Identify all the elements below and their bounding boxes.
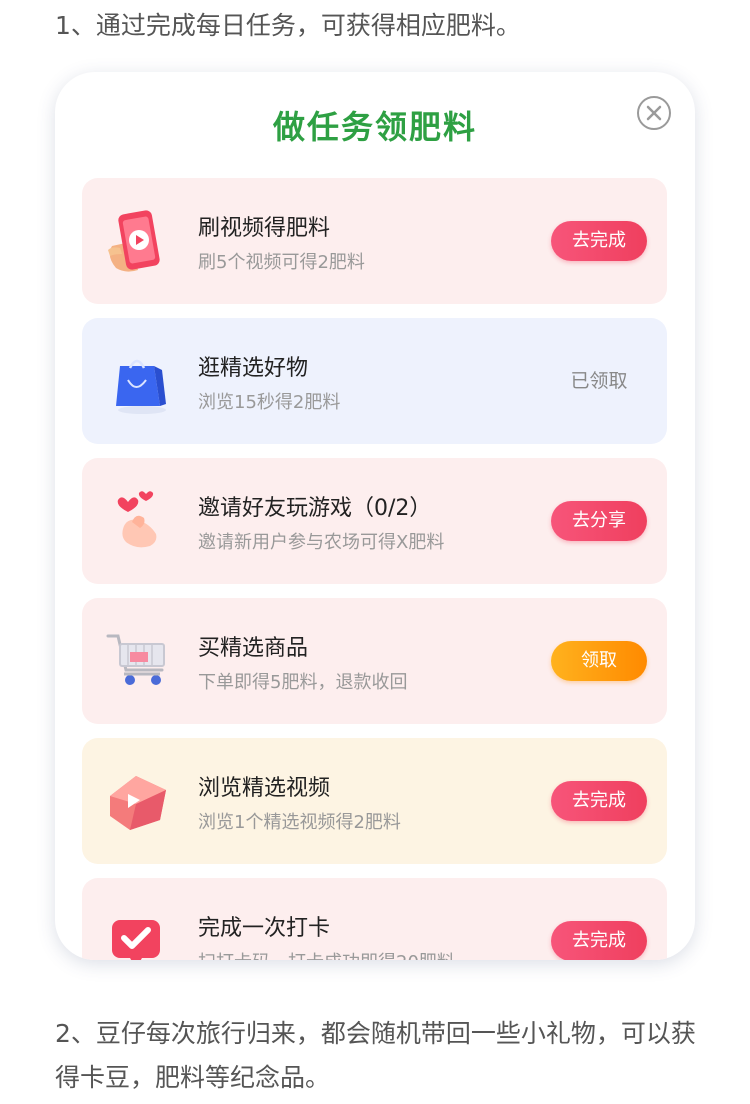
task-desc: 下单即得5肥料，退款收回 — [198, 672, 408, 693]
video-cube-icon — [110, 776, 166, 830]
task-desc: 浏览15秒得2肥料 — [198, 392, 341, 413]
task-title: 完成一次打卡 — [198, 916, 331, 941]
go-complete-button[interactable]: 去完成 — [551, 921, 647, 960]
close-button[interactable] — [637, 96, 671, 130]
task-item-buy-goods: 买精选商品 下单即得5肥料，退款收回 领取 — [82, 598, 667, 724]
shopping-bag-icon — [116, 359, 166, 414]
modal-title: 做任务领肥料 — [272, 108, 477, 146]
task-desc: 扫打卡码，打卡成功即得20肥料 — [198, 948, 455, 960]
task-desc: 浏览1个精选视频得2肥料 — [198, 812, 401, 833]
task-title: 逛精选好物 — [198, 356, 309, 381]
claim-button[interactable]: 领取 — [551, 641, 647, 681]
task-item-watch-video: 刷视频得肥料 刷5个视频可得2肥料 去完成 — [82, 178, 667, 304]
claimed-status: 已领取 — [570, 370, 628, 392]
intro-text: 1、通过完成每日任务，可获得相应肥料。 — [55, 11, 521, 40]
task-item-checkin: 完成一次打卡 扫打卡码，打卡成功即得20肥料 去完成 — [82, 878, 667, 960]
task-desc: 刷5个视频可得2肥料 — [198, 252, 365, 273]
task-title: 邀请好友玩游戏（0/2） — [198, 496, 432, 521]
checkin-icon — [112, 920, 160, 960]
task-title: 刷视频得肥料 — [198, 216, 331, 241]
outro-text: 2、豆仔每次旅行归来，都会随机带回一些小礼物，可以获得卡豆，肥料等纪念品。 — [55, 1019, 696, 1092]
finger-heart-icon — [117, 491, 157, 548]
go-complete-button[interactable]: 去完成 — [551, 221, 647, 261]
shopping-cart-icon — [106, 634, 165, 685]
task-modal: 做任务领肥料 刷视频得肥料 刷5个视频可得2肥料 去完成 逛精选好物 浏览15秒… — [55, 72, 695, 960]
task-item-browse-goods: 逛精选好物 浏览15秒得2肥料 已领取 — [82, 318, 667, 444]
go-share-button[interactable]: 去分享 — [551, 501, 647, 541]
task-title: 浏览精选视频 — [198, 776, 331, 801]
task-item-browse-videos: 浏览精选视频 浏览1个精选视频得2肥料 去完成 — [82, 738, 667, 864]
close-icon — [646, 105, 662, 121]
task-title: 买精选商品 — [198, 636, 309, 661]
phone-video-icon — [108, 210, 160, 272]
task-desc: 邀请新用户参与农场可得X肥料 — [198, 532, 445, 553]
task-item-invite-friends: 邀请好友玩游戏（0/2） 邀请新用户参与农场可得X肥料 去分享 — [82, 458, 667, 584]
go-complete-button[interactable]: 去完成 — [551, 781, 647, 821]
